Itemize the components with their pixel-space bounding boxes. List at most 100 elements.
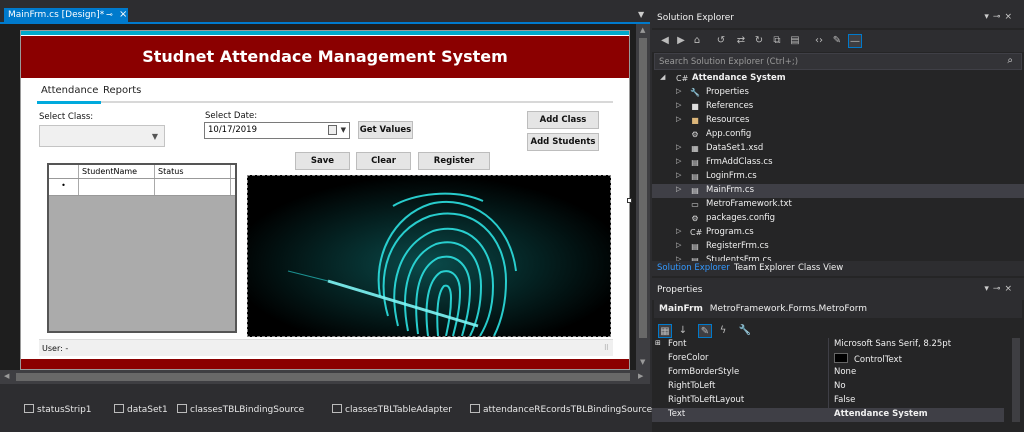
tab-mainfrm-design[interactable]: MainFrm.cs [Design]* ⊸ × [4, 8, 128, 23]
tree-node[interactable]: ▷ ▤ LoginFrm.cs [652, 170, 1024, 184]
add-students-button[interactable]: Add Students [527, 133, 599, 151]
tray-item[interactable]: dataSet1 [114, 404, 168, 415]
tab-attendance[interactable]: Attendance [36, 85, 102, 104]
show-all-files-icon[interactable]: ▤ [788, 34, 802, 48]
resize-handle[interactable] [627, 198, 632, 203]
select-class-combobox[interactable]: ▼ [39, 125, 165, 147]
home-icon[interactable]: ⌂ [690, 34, 704, 48]
date-picker[interactable]: 10/17/2019 ▼ [204, 122, 350, 139]
pin-icon[interactable]: ⊸ [106, 10, 113, 19]
tree-node[interactable]: ▭ MetroFramework.txt [652, 198, 1024, 212]
tree-node[interactable]: ▷ C# Program.cs [652, 226, 1024, 240]
grid-new-row[interactable]: • [49, 179, 235, 196]
pane-controls[interactable]: ▾⊸× [984, 284, 1016, 294]
tree-node-selected[interactable]: ▷ ▤ MainFrm.cs [652, 184, 1024, 198]
property-value[interactable]: False [834, 395, 855, 405]
chevron-down-icon[interactable]: ▼ [638, 10, 644, 19]
collapse-all-icon[interactable]: ⧉ [770, 34, 784, 48]
vertical-scrollbar[interactable]: ▲ ▼ [636, 24, 650, 370]
tree-node[interactable]: ▷ ▦ DataSet1.xsd [652, 142, 1024, 156]
expand-icon[interactable]: ⊞ [655, 339, 661, 347]
save-button[interactable]: Save [295, 152, 350, 170]
history-icon[interactable]: ↺ [714, 34, 728, 48]
sync-icon[interactable]: ⇄ [734, 34, 748, 48]
property-value[interactable]: No [834, 381, 846, 391]
tab-class-view[interactable]: Class View [798, 263, 843, 273]
scroll-left-icon[interactable]: ◀ [4, 372, 9, 380]
tab-team-explorer[interactable]: Team Explorer [734, 263, 795, 273]
close-icon[interactable]: × [119, 9, 127, 20]
tree-node-project[interactable]: ◢ C# Attendance System [652, 72, 1024, 86]
property-value[interactable]: Microsoft Sans Serif, 8.25pt [834, 339, 951, 349]
calendar-icon[interactable] [328, 125, 337, 135]
register-button[interactable]: Register [418, 152, 490, 170]
property-value[interactable]: Attendance System [834, 409, 928, 419]
expand-icon[interactable]: ▷ [676, 143, 681, 151]
tray-item[interactable]: attendanceREcordsTBLBindingSource [470, 404, 652, 415]
tab-reports[interactable]: Reports [103, 85, 141, 96]
expand-icon[interactable]: ▷ [676, 227, 681, 235]
tree-node[interactable]: ▷ ▤ FrmAddClass.cs [652, 156, 1024, 170]
property-row-font[interactable]: ⊞ Font Microsoft Sans Serif, 8.25pt [652, 338, 1004, 352]
search-icon[interactable]: ⌕ [1007, 55, 1013, 66]
tree-node[interactable]: ▷ ■ Resources [652, 114, 1024, 128]
chevron-down-icon[interactable]: ▼ [341, 126, 346, 134]
scroll-thumb[interactable] [16, 373, 630, 381]
tree-node[interactable]: ▷ ■ References [652, 100, 1024, 114]
preview-icon[interactable]: — [848, 34, 862, 48]
search-input[interactable]: Search Solution Explorer (Ctrl+;) ⌕ [654, 53, 1022, 70]
horizontal-scrollbar[interactable]: ◀ ▶ [0, 370, 650, 384]
property-row-forecolor[interactable]: ForeColor ControlText [652, 352, 1004, 366]
pane-controls[interactable]: ▾⊸× [984, 12, 1016, 22]
properties-icon[interactable]: ✎ [698, 324, 712, 338]
expand-icon[interactable]: ▷ [676, 241, 681, 249]
scroll-right-icon[interactable]: ▶ [638, 372, 643, 380]
refresh-icon[interactable]: ↻ [752, 34, 766, 48]
property-value[interactable]: None [834, 367, 856, 377]
column-header-studentname[interactable]: StudentName [79, 165, 155, 178]
property-row-formborderstyle[interactable]: FormBorderStyle None [652, 366, 1004, 380]
column-header-status[interactable]: Status [155, 165, 231, 178]
tray-item[interactable]: classesTBLBindingSource [177, 404, 304, 415]
properties-wrench-icon[interactable]: ✎ [830, 34, 844, 48]
main-form[interactable]: Studnet Attendace Management System Atte… [20, 30, 630, 370]
tree-node[interactable]: ⚙ App.config [652, 128, 1024, 142]
scroll-up-icon[interactable]: ▲ [640, 26, 645, 34]
expand-icon[interactable]: ▷ [676, 87, 681, 95]
tray-item[interactable]: classesTBLTableAdapter [332, 404, 452, 415]
view-code-icon[interactable]: ‹› [812, 34, 826, 48]
property-pages-icon[interactable]: 🔧 [738, 324, 752, 338]
property-value[interactable]: ControlText [834, 353, 902, 365]
expand-icon[interactable]: ▷ [676, 185, 681, 193]
forward-icon[interactable]: ▶ [674, 34, 688, 48]
back-icon[interactable]: ◀ [658, 34, 672, 48]
properties-scrollbar[interactable] [1012, 338, 1020, 422]
get-values-button[interactable]: Get Values [358, 121, 413, 139]
resize-grip-icon[interactable]: ⠿ [604, 344, 609, 352]
expand-icon[interactable]: ▷ [676, 171, 681, 179]
grid-cell[interactable] [155, 179, 231, 195]
scroll-thumb[interactable] [639, 38, 647, 338]
expand-icon[interactable]: ◢ [660, 73, 665, 81]
property-row-text[interactable]: Text Attendance System [652, 408, 1004, 422]
add-class-button[interactable]: Add Class [527, 111, 599, 129]
property-row-righttoleftlayout[interactable]: RightToLeftLayout False [652, 394, 1004, 408]
tree-node[interactable]: ▷ ▤ RegisterFrm.cs [652, 240, 1024, 254]
property-row-righttoleft[interactable]: RightToLeft No [652, 380, 1004, 394]
tray-item[interactable]: statusStrip1 [24, 404, 92, 415]
expand-icon[interactable]: ▷ [676, 157, 681, 165]
clear-button[interactable]: Clear [356, 152, 411, 170]
scroll-down-icon[interactable]: ▼ [640, 358, 645, 366]
tree-node[interactable]: ▷ 🔧 Properties [652, 86, 1024, 100]
property-object-selector[interactable]: MainFrm MetroFramework.Forms.MetroForm [654, 300, 1022, 318]
tab-solution-explorer[interactable]: Solution Explorer [657, 263, 730, 273]
expand-icon[interactable]: ▷ [676, 115, 681, 123]
form-header-title: Studnet Attendace Management System [21, 36, 629, 78]
tree-node[interactable]: ⚙ packages.config [652, 212, 1024, 226]
grid-cell[interactable] [79, 179, 155, 195]
events-icon[interactable]: ϟ [716, 324, 730, 338]
categorized-icon[interactable]: ▦ [658, 324, 672, 338]
expand-icon[interactable]: ▷ [676, 101, 681, 109]
alphabetical-icon[interactable]: ↓ [676, 324, 690, 338]
attendance-data-grid[interactable]: StudentName Status • [47, 163, 237, 333]
